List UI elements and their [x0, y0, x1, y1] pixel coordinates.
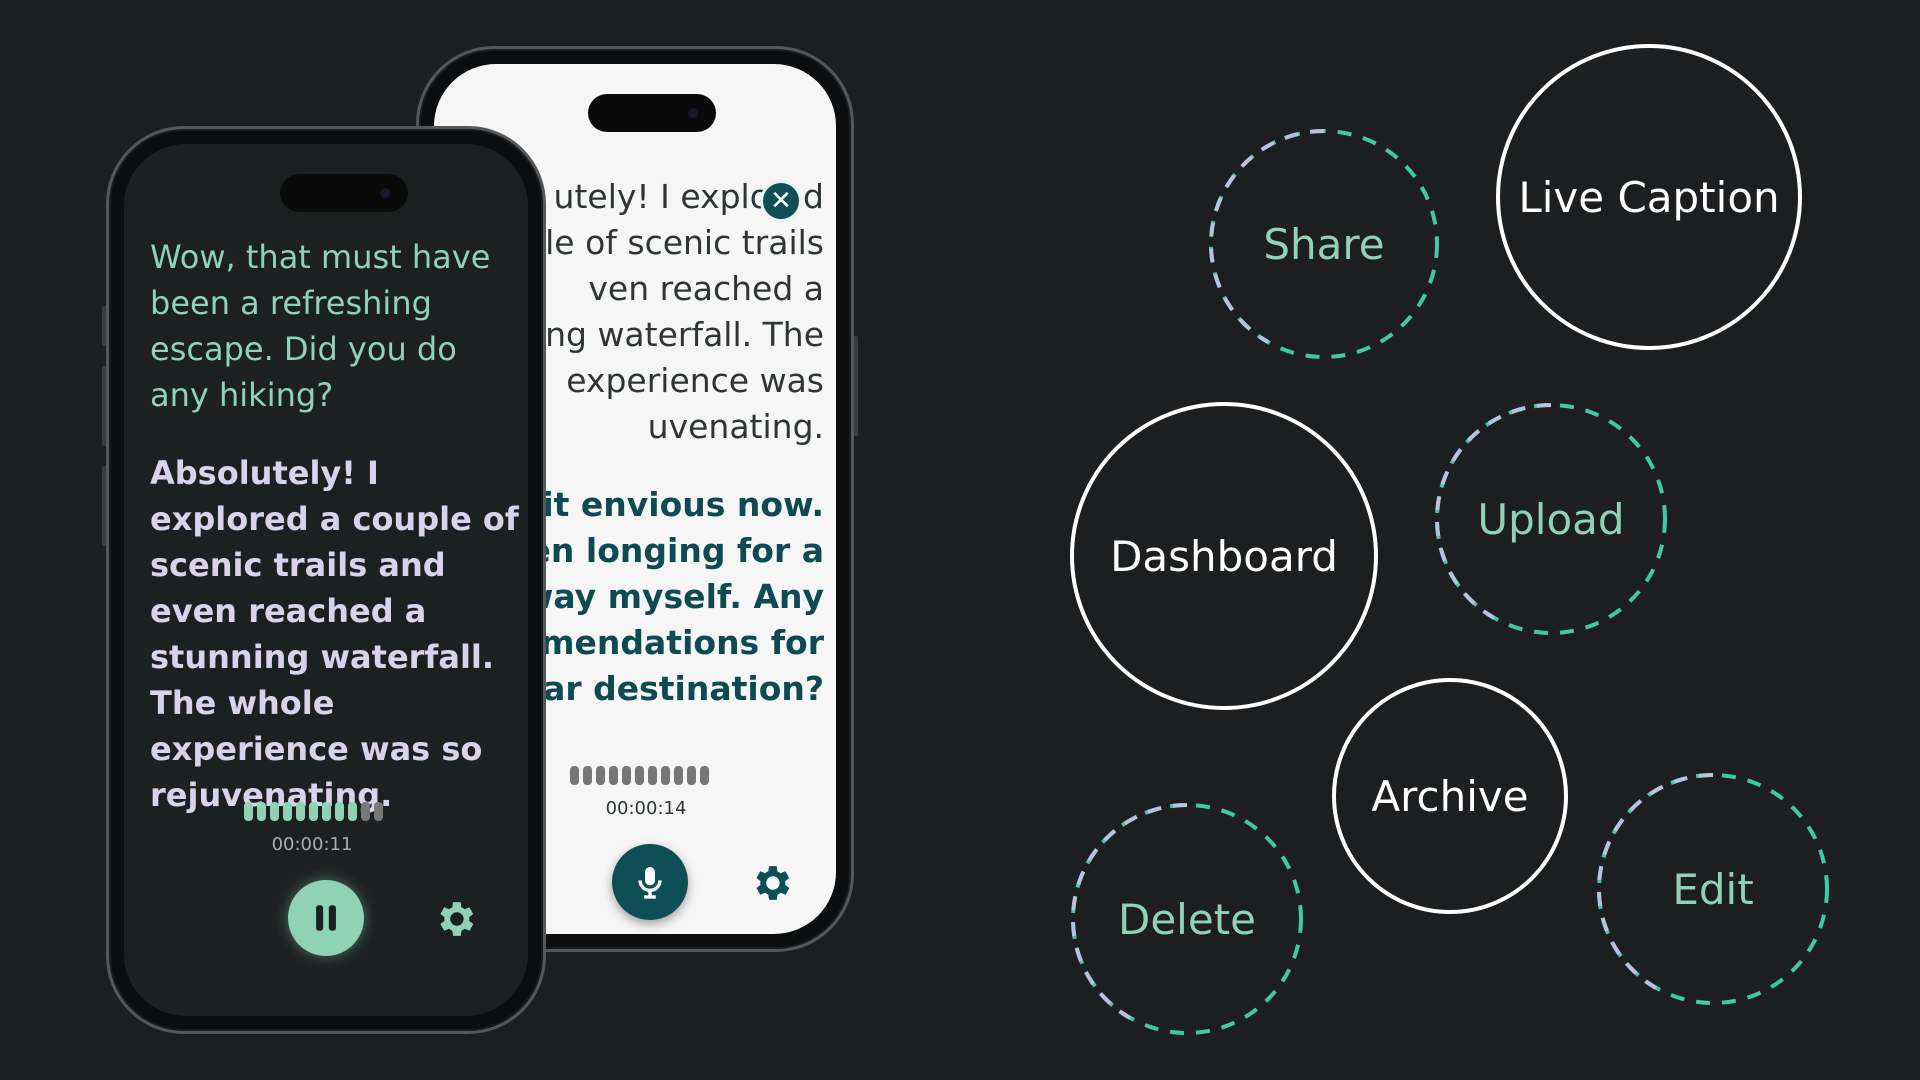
audio-level-meter [570, 766, 709, 785]
delete-button[interactable]: Delete [1070, 802, 1304, 1036]
pause-icon [316, 905, 336, 931]
archive-button[interactable]: Archive [1332, 678, 1568, 914]
recording-timer: 00:00:11 [271, 834, 353, 855]
microphone-icon [638, 867, 662, 899]
live-caption-label: Live Caption [1518, 172, 1780, 222]
dashboard-label: Dashboard [1110, 531, 1338, 581]
share-button[interactable]: Share [1208, 128, 1440, 360]
upload-button[interactable]: Upload [1434, 402, 1668, 636]
dynamic-island [588, 94, 716, 132]
dashboard-button[interactable]: Dashboard [1070, 402, 1378, 710]
settings-button[interactable] [432, 896, 478, 942]
gear-icon [756, 866, 790, 900]
transcript-message-them: Wow, that must have been a refreshing es… [150, 238, 491, 414]
live-caption-button[interactable]: Live Caption [1496, 44, 1802, 350]
pause-button[interactable] [288, 880, 364, 956]
microphone-button[interactable] [612, 844, 688, 920]
audio-level-meter [244, 802, 383, 821]
archive-label: Archive [1371, 771, 1529, 821]
share-label: Share [1263, 219, 1385, 269]
dynamic-island [280, 174, 408, 212]
close-icon: ✕ [770, 186, 792, 216]
close-button[interactable]: ✕ [760, 180, 802, 222]
gear-icon [440, 902, 474, 936]
recording-timer: 00:00:14 [605, 798, 687, 819]
edit-button[interactable]: Edit [1596, 772, 1830, 1006]
transcript-message-me: Absolutely! I explored a couple of sceni… [150, 454, 519, 814]
dark-phone-mockup: Wow, that must have been a refreshing es… [102, 126, 546, 1034]
edit-label: Edit [1672, 864, 1754, 914]
delete-label: Delete [1118, 894, 1256, 944]
settings-button[interactable] [748, 860, 794, 906]
phone-screen-dark: Wow, that must have been a refreshing es… [124, 144, 528, 1016]
upload-label: Upload [1477, 494, 1625, 544]
